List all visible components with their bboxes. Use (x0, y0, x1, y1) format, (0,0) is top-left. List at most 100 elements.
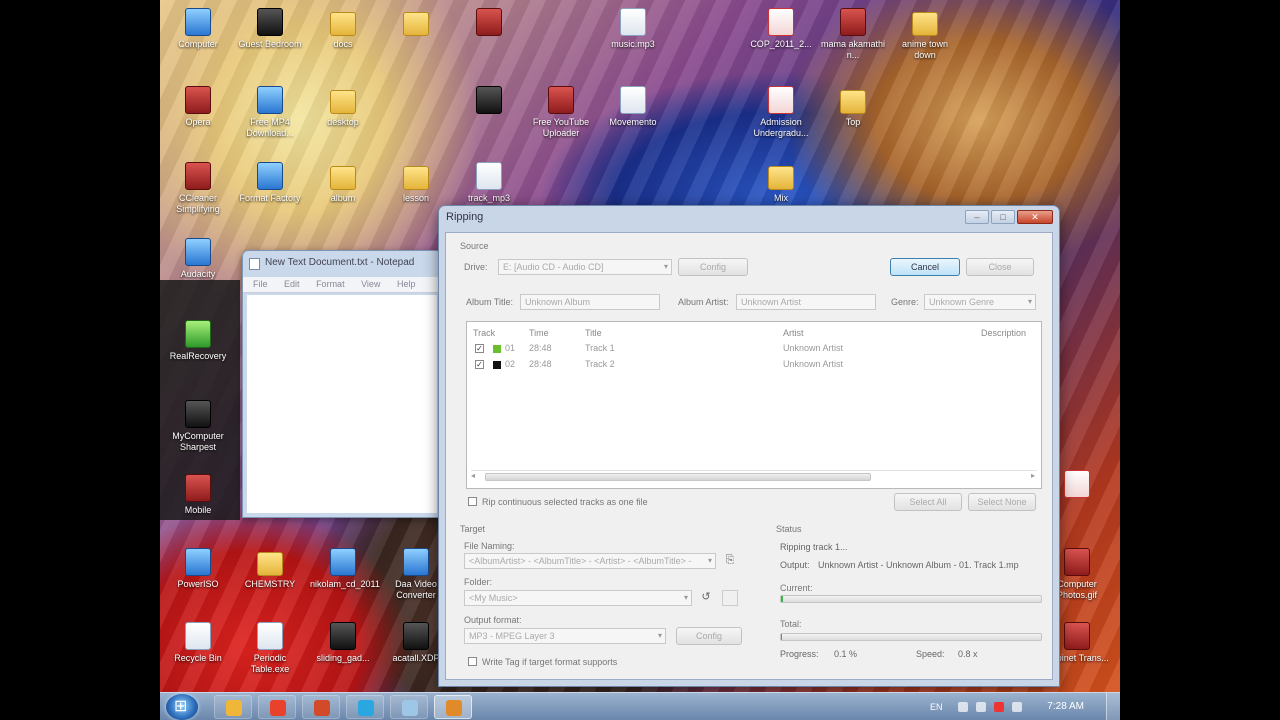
menu-file[interactable]: File (253, 279, 268, 289)
desktop-icon[interactable]: PowerISO (165, 548, 231, 590)
write-tag-checkbox[interactable] (468, 657, 477, 666)
taskbar-media-player-button[interactable] (302, 695, 340, 719)
status-icon (493, 361, 501, 369)
desktop-icon[interactable]: Opera (165, 86, 231, 128)
desktop-icon[interactable]: MyComputer Sharpest (165, 400, 231, 453)
volume-icon[interactable] (1012, 702, 1022, 712)
start-button[interactable] (166, 694, 198, 720)
network-icon[interactable] (976, 702, 986, 712)
desktop-icon-label: MyComputer Sharpest (172, 431, 224, 452)
desktop-icon[interactable]: CHEMSTRY (237, 548, 303, 590)
column-artist[interactable]: Artist (783, 328, 804, 338)
desktop-icon[interactable]: lesson (383, 162, 449, 204)
desktop-icon[interactable] (383, 8, 449, 39)
notepad-window[interactable]: New Text Document.txt - Notepad File Edi… (242, 250, 442, 518)
naming-options-icon[interactable]: ⎘ (722, 553, 738, 569)
desktop-icon[interactable]: music.mp3 (600, 8, 666, 50)
desktop-icon[interactable]: Free YouTube Uploader (528, 86, 594, 139)
select-all-button[interactable]: Select All (894, 493, 962, 511)
doc-icon (185, 622, 211, 650)
desktop-icon[interactable]: Top (820, 86, 886, 128)
track-title: Track 2 (585, 359, 615, 369)
cancel-button[interactable]: Cancel (890, 258, 960, 276)
desktop-icon[interactable]: Computer (165, 8, 231, 50)
track-row[interactable]: ✓ 02 28:48 Track 2 Unknown Artist (467, 358, 1041, 372)
menu-format[interactable]: Format (316, 279, 345, 289)
desktop-icon[interactable]: COP_2011_2... (748, 8, 814, 50)
desktop-icon[interactable]: track_mp3 (456, 162, 522, 204)
notepad-titlebar[interactable]: New Text Document.txt - Notepad (243, 251, 441, 277)
album-artist-field[interactable]: Unknown Artist (736, 294, 876, 310)
taskbar-ripper-button[interactable] (434, 695, 472, 719)
menu-edit[interactable]: Edit (284, 279, 300, 289)
security-alert-icon[interactable] (994, 702, 1004, 712)
desktop-icon[interactable]: Recycle Bin (165, 622, 231, 664)
output-format-select[interactable]: MP3 - MPEG Layer 3 ▾ (464, 628, 666, 644)
desktop-icon[interactable]: Guest Bedroom (237, 8, 303, 50)
minimize-button[interactable]: – (965, 210, 989, 224)
drive-config-button[interactable]: Config (678, 258, 748, 276)
menu-help[interactable]: Help (397, 279, 416, 289)
file-naming-field[interactable]: <AlbumArtist> - <AlbumTitle> - <Artist> … (464, 553, 716, 569)
desktop-icon[interactable]: desktop (310, 86, 376, 128)
ripping-dialog[interactable]: Ripping – □ ✕ Source Drive: E: [Audio CD… (438, 205, 1060, 687)
desktop-icon[interactable]: Format Factory (237, 162, 303, 204)
scrollbar-thumb[interactable] (485, 473, 871, 481)
browse-folder-icon[interactable]: ↺ (698, 590, 714, 606)
desktop-icon[interactable]: Mix (748, 162, 814, 204)
open-folder-button[interactable] (722, 590, 738, 606)
desktop-icon[interactable]: RealRecovery (165, 320, 231, 362)
desktop-icon[interactable]: Movemento (600, 86, 666, 128)
scroll-right-icon[interactable]: ▸ (1031, 471, 1035, 480)
notepad-text-area[interactable] (247, 295, 437, 513)
menu-view[interactable]: View (361, 279, 380, 289)
track-checkbox[interactable]: ✓ (475, 360, 484, 369)
desktop-icon[interactable]: Mobile (165, 474, 231, 516)
desktop-icon[interactable]: Periodic Table.exe (237, 622, 303, 675)
track-list[interactable]: Track Time Title Artist Description ✓ 01… (466, 321, 1042, 489)
scroll-left-icon[interactable]: ◂ (471, 471, 475, 480)
column-title[interactable]: Title (585, 328, 602, 338)
desktop-icon-label: RealRecovery (169, 351, 227, 361)
folder-label: Folder: (464, 577, 493, 587)
desktop-icon[interactable]: sliding_gad... (310, 622, 376, 664)
track-row[interactable]: ✓ 01 28:48 Track 1 Unknown Artist (467, 342, 1041, 356)
album-title-field[interactable]: Unknown Album (520, 294, 660, 310)
folder-icon (330, 12, 356, 36)
drive-select[interactable]: E: [Audio CD - Audio CD] ▾ (498, 259, 672, 275)
genre-select[interactable]: Unknown Genre ▾ (924, 294, 1036, 310)
output-config-button[interactable]: Config (676, 627, 742, 645)
desktop-icon[interactable] (456, 8, 522, 39)
language-indicator[interactable]: EN (930, 702, 943, 712)
desktop-icon[interactable]: Free MP4 Download... (237, 86, 303, 139)
taskbar-chrome-button[interactable] (258, 695, 296, 719)
taskbar-explorer-button[interactable] (214, 695, 252, 719)
show-desktop-button[interactable] (1106, 693, 1120, 720)
clock[interactable]: 7:28 AM (1047, 701, 1084, 712)
desktop-icon[interactable]: anime town down (892, 8, 958, 61)
desktop-icon[interactable]: nikolam_cd_2011 (310, 548, 380, 590)
tray-arrow-icon[interactable] (958, 702, 968, 712)
column-description[interactable]: Description (981, 328, 1026, 338)
column-time[interactable]: Time (529, 328, 549, 338)
track-checkbox[interactable]: ✓ (475, 344, 484, 353)
desktop-icon[interactable]: mama akamathi n... (820, 8, 886, 61)
pdf-icon (1064, 470, 1090, 498)
desktop-icon[interactable]: album (310, 162, 376, 204)
desktop-icon[interactable]: CCleaner Simplifying (165, 162, 231, 215)
folder-field[interactable]: <My Music> ▾ (464, 590, 692, 606)
close-button[interactable]: Close (966, 258, 1034, 276)
desktop-icon[interactable]: Admission Undergradu... (748, 86, 814, 139)
continuous-checkbox[interactable] (468, 497, 477, 506)
taskbar-notepad-button[interactable] (390, 695, 428, 719)
desktop-icon[interactable]: Audacity (165, 238, 231, 280)
close-window-button[interactable]: ✕ (1017, 210, 1053, 224)
desktop-icon-label: nikolam_cd_2011 (310, 579, 380, 589)
taskbar-skype-button[interactable] (346, 695, 384, 719)
column-track[interactable]: Track (473, 328, 495, 338)
desktop-icon[interactable] (456, 86, 522, 117)
select-none-button[interactable]: Select None (968, 493, 1036, 511)
desktop-icon[interactable]: docs (310, 8, 376, 50)
horizontal-scrollbar[interactable]: ◂ ▸ (471, 470, 1037, 482)
maximize-button[interactable]: □ (991, 210, 1015, 224)
